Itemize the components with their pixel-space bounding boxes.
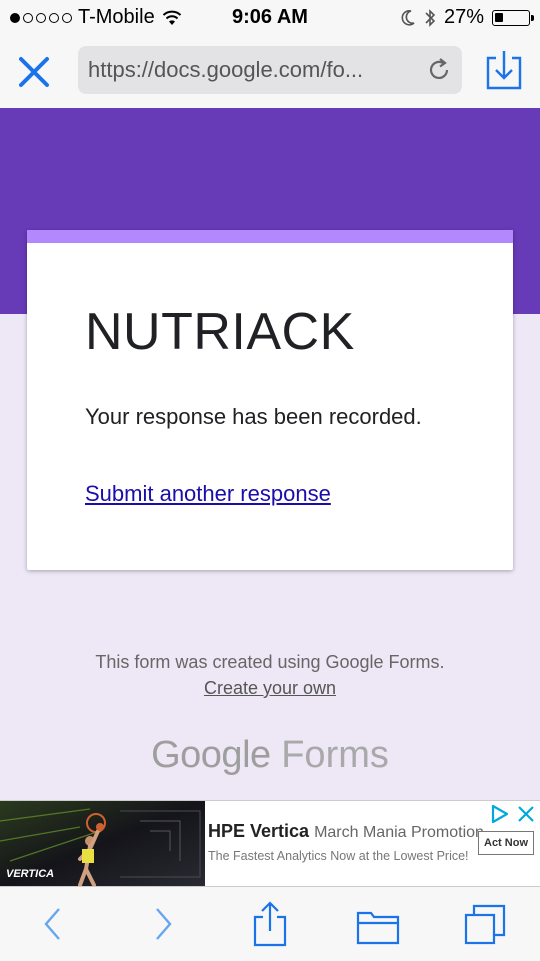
browser-address-bar: https://docs.google.com/fo... [0, 36, 540, 109]
tabs-icon[interactable] [460, 899, 510, 949]
url-text: https://docs.google.com/fo... [88, 57, 364, 82]
create-your-own-link-wrap: Create your own [0, 678, 540, 699]
share-icon[interactable] [245, 899, 295, 949]
submit-another-link[interactable]: Submit another response [85, 481, 331, 507]
bookmarks-icon[interactable] [353, 899, 403, 949]
battery-icon [492, 9, 534, 26]
ad-subtext: The Fastest Analytics Now at the Lowest … [208, 849, 469, 863]
battery-percent: 27% [443, 6, 484, 28]
ad-close-icon[interactable] [514, 803, 538, 825]
ad-headline[interactable]: HPE Vertica March Mania Promotion [208, 821, 484, 842]
ad-headline-bold: HPE Vertica [208, 821, 310, 841]
form-title: NUTRIACK [85, 303, 355, 361]
moon-icon [401, 9, 415, 26]
logo-google-text: Google [151, 734, 271, 776]
forward-icon[interactable] [138, 899, 188, 949]
ad-image-brand: VERTICA [6, 868, 54, 880]
url-field[interactable]: https://docs.google.com/fo... [78, 46, 462, 94]
download-icon[interactable] [484, 48, 524, 92]
bluetooth-icon [425, 8, 436, 27]
close-icon[interactable] [14, 52, 54, 92]
status-bar: T-Mobile 9:06 AM 27% [0, 0, 540, 36]
browser-toolbar [0, 886, 540, 961]
adchoices-icon[interactable] [488, 803, 512, 825]
card-accent-bar [27, 230, 513, 243]
back-icon[interactable] [28, 899, 78, 949]
ad-image[interactable]: VERTICA [0, 801, 205, 887]
google-forms-logo: Google Forms [0, 734, 540, 777]
create-your-own-link[interactable]: Create your own [204, 678, 336, 698]
confirmation-message: Your response has been recorded. [85, 404, 422, 429]
confirmation-card: NUTRIACK Your response has been recorded… [27, 230, 513, 570]
ad-banner[interactable]: VERTICA HPE Vertica March Mania Promotio… [0, 800, 540, 887]
status-right: 27% [400, 6, 534, 29]
ad-headline-rest: March Mania Promotion [314, 824, 484, 841]
logo-forms-text: Forms [281, 734, 389, 776]
footer-created-text: This form was created using Google Forms… [95, 652, 445, 672]
reload-icon[interactable] [426, 57, 452, 83]
basketball-player-image: VERTICA [0, 801, 205, 887]
ad-cta-button[interactable]: Act Now [478, 831, 534, 855]
